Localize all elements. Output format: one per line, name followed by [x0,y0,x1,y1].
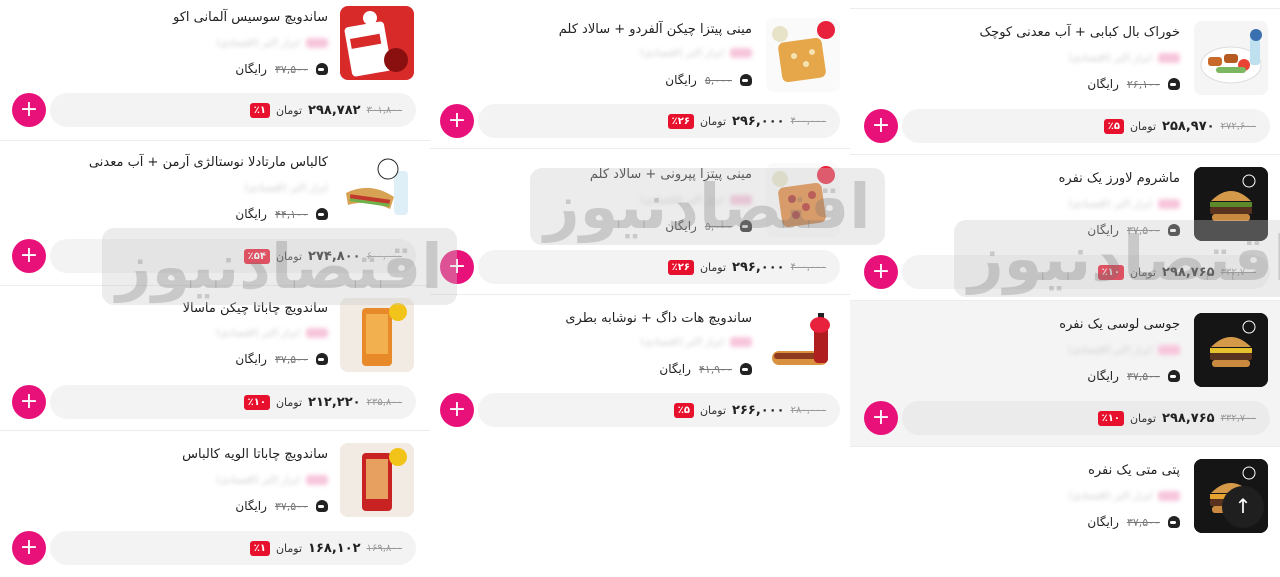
item-title: پتی متی یک نفره [1088,463,1180,478]
price-bar: ۲۸۰,۰۰۰ ۲۶۶,۰۰۰ تومان ٪۵ [478,393,840,427]
delivery-info: ۳۷,۵۰۰ رایگان [235,352,328,366]
restaurant-name: ابزار اکبر (اقتصادی) [632,195,752,206]
restaurant-name: ابزار اکبر (اقتصادی) [632,337,752,348]
price-bar: ۲۷۲,۶۰۰ ۲۵۸,۹۷۰ تومان ٪۵ [902,109,1270,143]
menu-item-card[interactable]: ماشروم لاورز یک نفره ابزار اکبر (اقتصادی… [850,154,1280,300]
restaurant-name: ابزار اکبر (اقتصادی) [1030,53,1180,64]
add-to-cart-button[interactable]: + [864,401,898,435]
discount-badge: ٪۲۶ [667,259,694,275]
restaurant-name: ابزار اکبر (اقتصادی) [217,328,328,339]
discount-badge: ٪۱ [249,102,270,118]
delivery-info: ۲۶,۱۰۰ رایگان [1087,77,1180,91]
menu-column-middle: مینی پیتزا چیکن آلفردو + سالاد کلم ابزار… [430,0,885,577]
item-title: جوسی لوسی یک نفره [1059,317,1180,332]
price-bar: ۳۳۲,۷۰۰ ۲۹۸,۷۶۵ تومان ٪۱۰ [902,255,1270,289]
add-to-cart-button[interactable]: + [864,109,898,143]
menu-item-card[interactable]: کالباس مارتادلا نوستالژی آرمن + آب معدنی… [0,140,430,285]
discount-badge: ٪۵۴ [243,248,270,264]
menu-column-right: خوراک بال کبابی + آب معدنی کوچک ابزار اک… [850,0,1280,577]
discount-badge: ٪۱ [249,540,270,556]
motorcycle-icon [1168,516,1180,528]
discount-badge: ٪۱۰ [1097,264,1124,280]
sandwich-image [340,153,414,227]
add-to-cart-button[interactable]: + [12,531,46,565]
delivery-info: ۳۷,۵۰۰ رایگان [1087,223,1180,237]
pizza-alfredo-image [766,18,840,92]
menu-item-card[interactable]: ساندویچ چاباتا چیکن ماسالا ابزار اکبر (ا… [0,285,430,430]
item-title: خوراک بال کبابی + آب معدنی کوچک [979,25,1180,40]
price-bar: ۳۳۲,۷۰۰ ۲۹۸,۷۶۵ تومان ٪۱۰ [902,401,1270,435]
item-title: کالباس مارتادلا نوستالژی آرمن + آب معدنی [88,155,328,170]
menu-item-card[interactable]: مینی پیتزا چیکن آلفردو + سالاد کلم ابزار… [430,0,850,148]
restaurant-name: ابزار اکبر (اقتصادی) [1060,199,1180,210]
motorcycle-icon [316,208,328,220]
sausage-box-image [340,6,414,80]
burger-image [1194,313,1268,387]
scroll-to-top-button[interactable]: ↑ [1222,486,1264,528]
add-to-cart-button[interactable]: + [12,93,46,127]
discount-badge: ٪۵ [673,402,694,418]
price-bar: ۲۳۵,۸۰۰ ۲۱۲,۲۲۰ تومان ٪۱۰ [50,385,416,419]
restaurant-name: ابزار اکبر (اقتصادی) [244,183,329,194]
add-to-cart-button[interactable]: + [440,393,474,427]
price-bar: ۶۰۰,۰۰۰ ۲۷۴,۸۰۰ تومان ٪۵۴ [50,239,416,273]
menu-item-card[interactable]: خوراک بال کبابی + آب معدنی کوچک ابزار اک… [850,8,1280,154]
item-title: مینی پیتزا پپرونی + سالاد کلم [589,167,752,182]
restaurant-name: ابزار اکبر (اقتصادی) [217,38,328,49]
discount-badge: ٪۱۰ [243,394,270,410]
add-to-cart-button[interactable]: + [12,385,46,419]
menu-item-card[interactable]: ساندویچ چاباتا الویه کالباس ابزار اکبر (… [0,430,430,577]
kabob-plate-image [1194,21,1268,95]
add-to-cart-button[interactable]: + [12,239,46,273]
menu-item-card[interactable]: پتی متی یک نفره ابزار اکبر (اقتصادی) ۳۷,… [850,446,1280,577]
menu-column-left: ساندویچ سوسیس آلمانی اکو ابزار اکبر (اقت… [0,0,457,577]
item-title: ساندویچ چاباتا چیکن ماسالا [182,301,328,316]
delivery-info: ۳۷,۵۰۰ رایگان [235,62,328,76]
price-bar: ۴۰۰,۰۰۰ ۲۹۶,۰۰۰ تومان ٪۲۶ [478,104,840,138]
motorcycle-icon [316,500,328,512]
discount-badge: ٪۵ [1103,118,1124,134]
restaurant-name: ابزار اکبر (اقتصادی) [632,48,752,59]
item-title: مینی پیتزا چیکن آلفردو + سالاد کلم [558,22,752,37]
motorcycle-icon [1168,370,1180,382]
hotdog-image [766,307,840,381]
ciabatta-image [340,443,414,517]
restaurant-name: ابزار اکبر (اقتصادی) [1060,345,1180,356]
price-bar: ۱۶۹,۸۰۰ ۱۶۸,۱۰۲ تومان ٪۱ [50,531,416,565]
item-title: ساندویچ هات داگ + نوشابه بطری [565,311,752,326]
delivery-info: ۵,۰۰۰ رایگان [665,219,752,233]
menu-item-card[interactable]: جوسی لوسی یک نفره ابزار اکبر (اقتصادی) ۳… [850,300,1280,446]
menu-item-card[interactable]: ساندویچ هات داگ + نوشابه بطری ابزار اکبر… [430,294,850,440]
ciabatta-image [340,298,414,372]
item-title: ماشروم لاورز یک نفره [1058,171,1180,186]
discount-badge: ٪۲۶ [667,113,694,129]
motorcycle-icon [740,74,752,86]
pizza-pepperoni-image [766,163,840,237]
price-bar: ۴۰۰,۰۰۰ ۲۹۶,۰۰۰ تومان ٪۲۶ [478,250,840,284]
item-title: ساندویچ چاباتا الویه کالباس [182,447,328,462]
add-to-cart-button[interactable]: + [864,255,898,289]
restaurant-name: ابزار اکبر (اقتصادی) [1060,491,1180,502]
add-to-cart-button[interactable]: + [440,250,474,284]
burger-image [1194,167,1268,241]
delivery-info: ۵,۰۰۰ رایگان [665,73,752,87]
motorcycle-icon [316,63,328,75]
restaurant-name: ابزار اکبر (اقتصادی) [217,475,328,486]
menu-item-card[interactable]: ساندویچ سوسیس آلمانی اکو ابزار اکبر (اقت… [0,0,430,140]
delivery-info: ۴۱,۹۰۰ رایگان [659,362,752,376]
delivery-info: ۴۴,۱۰۰ رایگان [235,207,328,221]
menu-item-card[interactable]: مینی پیتزا پپرونی + سالاد کلم ابزار اکبر… [430,148,850,294]
delivery-info: ۳۷,۵۰۰ رایگان [1087,515,1180,529]
delivery-info: ۳۷,۵۰۰ رایگان [1087,369,1180,383]
price-bar: ۳۰۱,۸۰۰ ۲۹۸,۷۸۲ تومان ٪۱ [50,93,416,127]
motorcycle-icon [316,353,328,365]
motorcycle-icon [1168,224,1180,236]
discount-badge: ٪۱۰ [1097,410,1124,426]
add-to-cart-button[interactable]: + [440,104,474,138]
item-title: ساندویچ سوسیس آلمانی اکو [173,10,328,25]
motorcycle-icon [1168,78,1180,90]
delivery-info: ۳۷,۵۰۰ رایگان [235,499,328,513]
motorcycle-icon [740,220,752,232]
motorcycle-icon [740,363,752,375]
